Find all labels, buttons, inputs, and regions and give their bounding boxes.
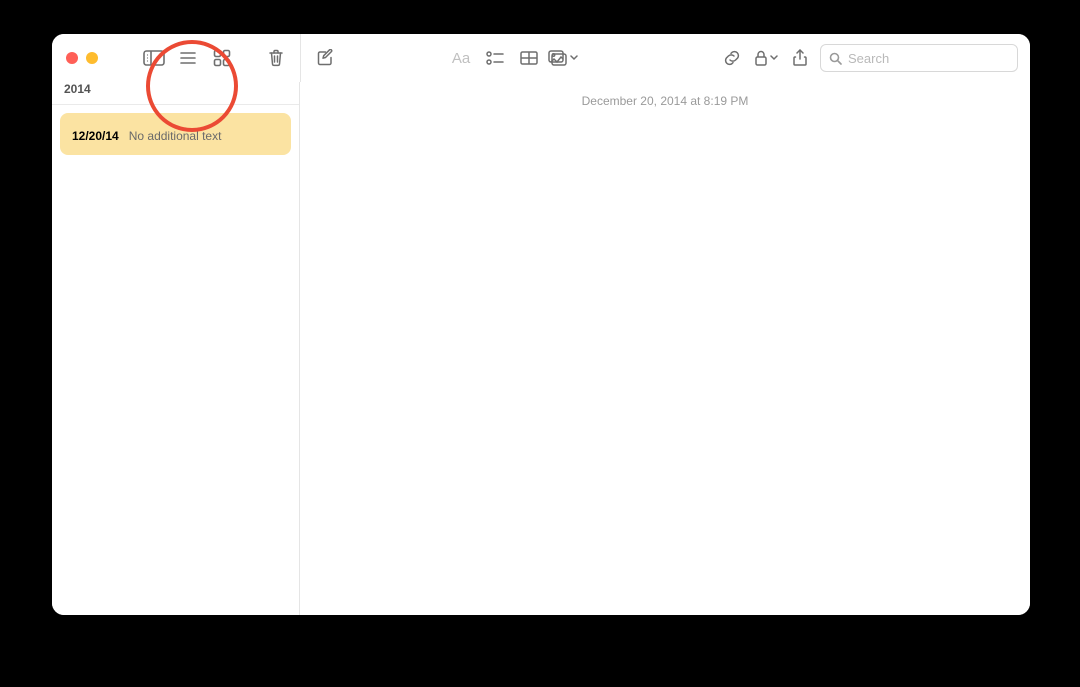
media-menu-button[interactable] (549, 44, 577, 72)
sidebar-toggle-icon (143, 50, 165, 66)
photo-icon (548, 50, 568, 66)
window-controls (66, 52, 118, 64)
toolbar-right: Aa (300, 34, 1030, 82)
note-date: 12/20/14 (72, 129, 119, 143)
compose-icon (316, 49, 334, 67)
note-meta: 12/20/14 No additional text (72, 129, 279, 143)
note-timestamp: December 20, 2014 at 8:19 PM (300, 82, 1030, 118)
checklist-button[interactable] (481, 44, 509, 72)
search-icon (829, 52, 848, 65)
toggle-sidebar-button[interactable] (140, 44, 168, 72)
grid-icon (213, 49, 231, 67)
section-header: 2014 (52, 82, 299, 105)
text-format-button[interactable]: Aa (447, 44, 475, 72)
list-view-button[interactable] (174, 44, 202, 72)
link-button[interactable] (718, 44, 746, 72)
note-list-item[interactable]: 12/20/14 No additional text (60, 113, 291, 155)
note-preview: No additional text (129, 129, 222, 143)
trash-icon (268, 49, 284, 67)
toolbar-left (52, 34, 300, 82)
window-body: 2014 12/20/14 No additional text Decembe… (52, 82, 1030, 615)
lock-icon (754, 50, 768, 66)
lock-menu-button[interactable] (752, 44, 780, 72)
notes-list-sidebar: 2014 12/20/14 No additional text (52, 82, 300, 615)
delete-note-button[interactable] (262, 44, 290, 72)
notes-window: Aa (52, 34, 1030, 615)
gallery-view-button[interactable] (208, 44, 236, 72)
list-view-icon (179, 51, 197, 65)
text-format-icon: Aa (452, 50, 470, 67)
minimize-window-button[interactable] (86, 52, 98, 64)
share-icon (793, 49, 807, 67)
search-placeholder: Search (848, 51, 889, 66)
note-editor[interactable]: December 20, 2014 at 8:19 PM (300, 82, 1030, 615)
share-button[interactable] (786, 44, 814, 72)
close-window-button[interactable] (66, 52, 78, 64)
chevron-down-icon (770, 55, 778, 61)
toolbar: Aa (52, 34, 1030, 82)
chevron-down-icon (570, 55, 578, 61)
link-icon (723, 49, 741, 67)
checklist-icon (486, 51, 504, 65)
search-input[interactable]: Search (820, 44, 1018, 72)
table-icon (520, 51, 538, 65)
note-list: 12/20/14 No additional text (52, 105, 299, 163)
new-note-button[interactable] (311, 44, 339, 72)
table-button[interactable] (515, 44, 543, 72)
